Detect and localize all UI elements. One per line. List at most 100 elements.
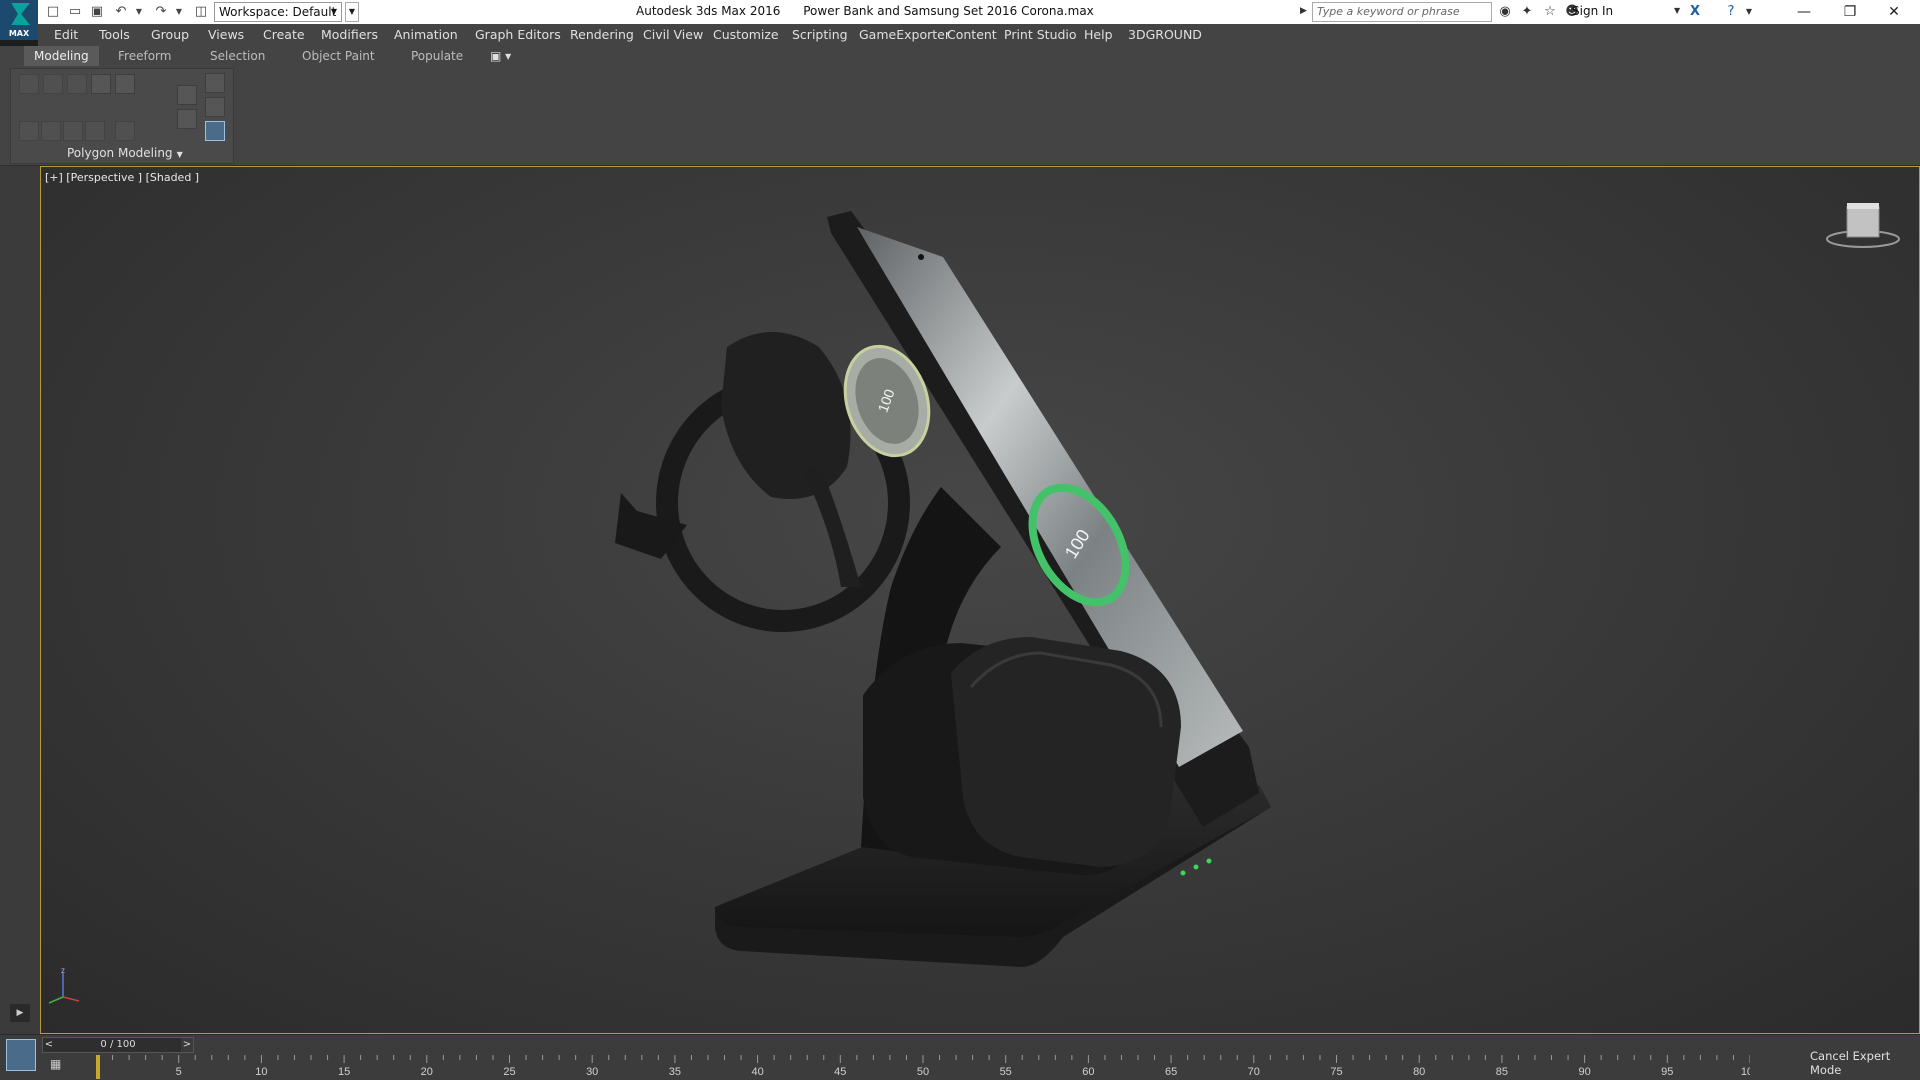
ruler-tick-label: 60 [1082, 1066, 1094, 1078]
ignore-backfacing-icon[interactable] [63, 121, 83, 141]
next-frame-button[interactable]: > [181, 1038, 193, 1052]
ruler-tick-label: 30 [586, 1066, 598, 1078]
time-cursor[interactable] [96, 1055, 100, 1079]
menu-animation[interactable]: Animation [394, 27, 458, 42]
stack-down-icon[interactable] [177, 109, 197, 129]
viewcube-icon[interactable] [1823, 199, 1903, 255]
menu-3dground[interactable]: 3DGROUND [1128, 27, 1202, 42]
ribbon-tool-c-icon[interactable] [205, 121, 225, 141]
menu-scripting[interactable]: Scripting [792, 27, 848, 42]
ruler-tick-label: 80 [1413, 1066, 1425, 1078]
ruler-tick-label: 40 [751, 1066, 763, 1078]
tab-modeling[interactable]: Modeling [24, 46, 99, 66]
tab-freeform[interactable]: Freeform [108, 46, 181, 66]
ruler-tick-label: 65 [1165, 1066, 1177, 1078]
menu-content[interactable]: Content [947, 27, 997, 42]
polygon-subobject-icon[interactable] [91, 74, 111, 94]
menu-civil-view[interactable]: Civil View [643, 27, 703, 42]
ribbon-options-icon[interactable]: ▣ ▾ [480, 46, 521, 66]
menu-help[interactable]: Help [1084, 27, 1113, 42]
frame-display: 0 / 100 [100, 1039, 136, 1050]
help-dropdown-icon[interactable]: ▼ [1740, 3, 1758, 21]
workspace-label: Workspace: Default [219, 5, 337, 19]
ruler-tick-label: 85 [1496, 1066, 1508, 1078]
menu-rendering[interactable]: Rendering [570, 27, 634, 42]
restore-button[interactable]: ❐ [1828, 0, 1872, 24]
project-folder-icon[interactable]: ◫ [192, 3, 210, 21]
cancel-expert-mode-button[interactable]: Cancel Expert Mode [1810, 1049, 1920, 1077]
exchange-apps-icon[interactable]: X [1686, 3, 1704, 21]
mini-listener-button[interactable] [6, 1039, 36, 1071]
max-logo-icon [11, 3, 30, 25]
help-icon[interactable]: ? [1722, 3, 1740, 21]
vertex-subobject-icon[interactable] [19, 74, 39, 94]
quick-access-customize-icon[interactable]: ▼ [345, 2, 359, 22]
sign-in-button[interactable]: Sign In [1572, 4, 1613, 18]
app-logo-button[interactable]: MAX [0, 0, 38, 40]
chevron-down-icon: ▼ [176, 150, 183, 159]
menu-print-studio[interactable]: Print Studio [1004, 27, 1077, 42]
perspective-viewport[interactable]: 100 100 [+] [Perspective ] [Shaded ] z [40, 166, 1920, 1034]
scene-render: 100 100 [615, 211, 1271, 967]
workspace-selector[interactable]: Workspace: Default ▼ [214, 2, 342, 22]
ruler-tick-label: 10 [255, 1066, 267, 1078]
communication-center-icon[interactable]: ✦ [1518, 3, 1536, 21]
ruler-tick-label: 55 [1000, 1066, 1012, 1078]
menu-modifiers[interactable]: Modifiers [321, 27, 378, 42]
redo-dropdown-icon[interactable]: ▼ [170, 3, 188, 21]
menu-customize[interactable]: Customize [713, 27, 779, 42]
edge-subobject-icon[interactable] [43, 74, 63, 94]
menu-create[interactable]: Create [263, 27, 305, 42]
favorites-star-icon[interactable]: ☆ [1541, 3, 1559, 21]
element-subobject-icon[interactable] [115, 74, 135, 94]
tab-selection[interactable]: Selection [200, 46, 275, 66]
time-slider[interactable]: 0 / 100 < > [42, 1037, 194, 1053]
menu-tools[interactable]: Tools [99, 27, 130, 42]
play-animation-button[interactable]: ▶ [10, 1004, 30, 1022]
viewport-label[interactable]: [+] [Perspective ] [Shaded ] [45, 171, 199, 184]
tab-populate[interactable]: Populate [401, 46, 473, 66]
logo-text: MAX [8, 29, 30, 38]
undo-icon[interactable]: ↶ [112, 3, 130, 21]
modify-mode-icon[interactable] [19, 121, 39, 141]
frame-ruler[interactable]: 0510152025303540455055606570758085909510… [96, 1055, 1750, 1079]
minimize-button[interactable]: — [1782, 0, 1826, 24]
menu-graph-editors[interactable]: Graph Editors [475, 27, 561, 42]
ribbon-tool-a-icon[interactable] [205, 73, 225, 93]
show-end-result-icon[interactable] [85, 121, 105, 141]
panel-title[interactable]: Polygon Modeling ▼ [11, 144, 235, 162]
border-subobject-icon[interactable] [67, 74, 87, 94]
close-button[interactable]: ✕ [1872, 0, 1916, 24]
binoculars-icon[interactable]: ◉ [1496, 3, 1514, 21]
menu-edit[interactable]: Edit [54, 27, 78, 42]
menu-gameexporter[interactable]: GameExporter [859, 27, 950, 42]
undo-dropdown-icon[interactable]: ▼ [130, 3, 148, 21]
ribbon-tool-b-icon[interactable] [205, 97, 225, 117]
ruler-tick-label: 70 [1248, 1066, 1260, 1078]
search-expand-icon[interactable]: ▶ [1300, 6, 1308, 18]
ruler-tick-label: 95 [1661, 1066, 1673, 1078]
prev-frame-button[interactable]: < [43, 1038, 55, 1052]
app-title: Autodesk 3ds Max 2016 [636, 4, 781, 18]
menu-group[interactable]: Group [151, 27, 189, 42]
ruler-tick-label: 5 [176, 1066, 182, 1078]
ruler-tick-label: 15 [338, 1066, 350, 1078]
menu-views[interactable]: Views [208, 27, 244, 42]
ribbon: Polygon Modeling ▼ [0, 66, 1920, 166]
search-input[interactable]: Type a keyword or phrase [1312, 2, 1492, 22]
title-bar: MAX □ ▭ ▣ ↶ ▼ ↷ ▼ ◫ Workspace: Default ▼… [0, 0, 1920, 40]
track-bar-icon[interactable]: ▦ [50, 1057, 70, 1077]
polygon-modeling-panel: Polygon Modeling ▼ [10, 68, 234, 164]
save-file-icon[interactable]: ▣ [88, 3, 106, 21]
preserve-uvs-icon[interactable] [41, 121, 61, 141]
earbuds-case-model [863, 637, 1181, 876]
tab-object-paint[interactable]: Object Paint [292, 46, 385, 66]
chevron-down-icon: ▼ [330, 7, 337, 16]
toggle-command-panel-icon[interactable] [115, 121, 135, 141]
open-file-icon[interactable]: ▭ [66, 3, 84, 21]
redo-icon[interactable]: ↷ [152, 3, 170, 21]
collapse-stack-icon[interactable] [177, 85, 197, 105]
sign-in-dropdown-icon[interactable]: ▼ [1674, 6, 1680, 15]
menu-bar: Edit Tools Group Views Create Modifiers … [38, 24, 1920, 46]
new-file-icon[interactable]: □ [44, 3, 62, 21]
